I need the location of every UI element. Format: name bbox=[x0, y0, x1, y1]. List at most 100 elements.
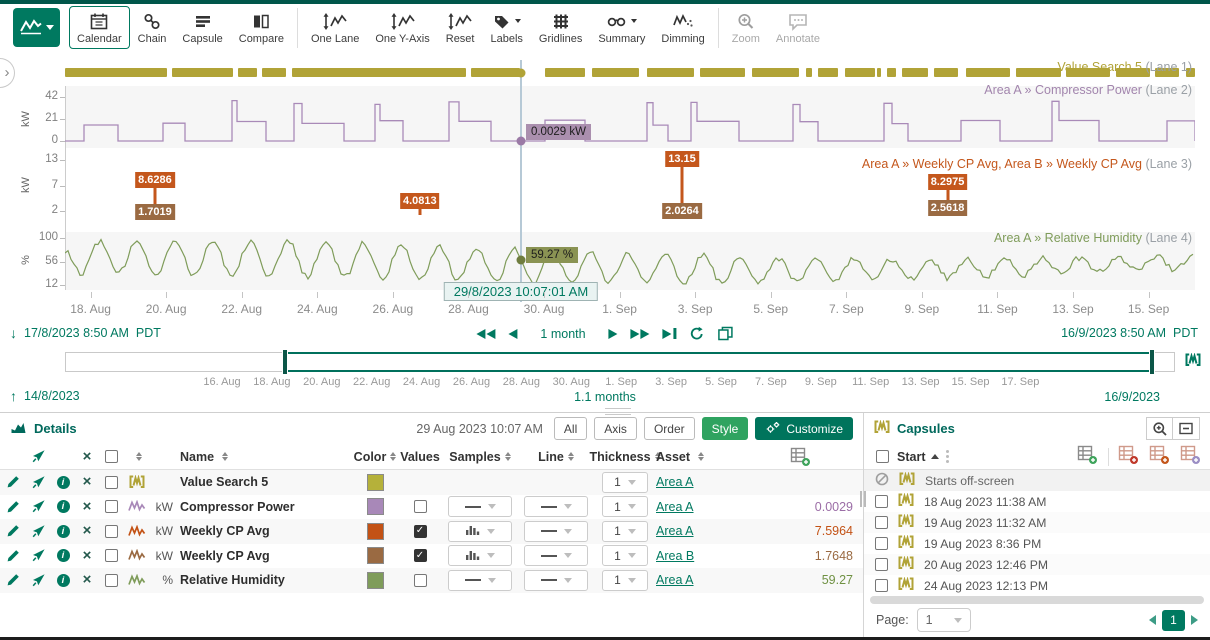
remove-icon[interactable]: × bbox=[76, 501, 98, 513]
color-swatch[interactable] bbox=[367, 523, 384, 540]
column-menu-icon[interactable] bbox=[946, 450, 949, 463]
capsule-row[interactable]: 19 Aug 2023 11:32 AM bbox=[864, 512, 1210, 533]
zoom-to-capsule-icon[interactable] bbox=[1146, 417, 1173, 440]
range-duration-label[interactable]: 1 month bbox=[540, 327, 585, 341]
capsules-select-all-checkbox[interactable] bbox=[876, 450, 889, 463]
page-size-dropdown[interactable]: 1 bbox=[917, 608, 971, 632]
add-signal-column-icon[interactable] bbox=[1118, 445, 1140, 468]
capsule-bar[interactable] bbox=[238, 68, 257, 77]
edit-pencil-icon[interactable] bbox=[0, 475, 26, 489]
investigate-start-date[interactable]: 14/8/2023 bbox=[24, 389, 80, 403]
sort-icon[interactable] bbox=[136, 452, 142, 461]
capsule-checkbox[interactable] bbox=[875, 558, 888, 571]
line-dropdown[interactable] bbox=[524, 521, 588, 542]
remove-all-icon[interactable]: × bbox=[76, 451, 98, 463]
rocket-icon[interactable] bbox=[26, 524, 50, 539]
capsule-bar[interactable] bbox=[545, 68, 585, 77]
range-start-datetime[interactable]: 17/8/2023 8:50 AM PDT bbox=[24, 326, 161, 340]
trend-view-button[interactable] bbox=[13, 8, 60, 47]
thickness-dropdown[interactable]: 1 bbox=[602, 521, 648, 542]
samples-dropdown[interactable] bbox=[448, 545, 512, 566]
line-dropdown[interactable] bbox=[524, 570, 588, 591]
add-column-icon[interactable] bbox=[738, 447, 863, 467]
all-button[interactable]: All bbox=[554, 417, 587, 440]
trend-chart-area[interactable]: › kW42210kW1372%1005612 8.62861.70194.08… bbox=[0, 51, 1210, 322]
thickness-dropdown[interactable]: 1 bbox=[602, 545, 648, 566]
rocket-icon[interactable] bbox=[26, 548, 50, 563]
edit-pencil-icon[interactable] bbox=[0, 524, 26, 538]
row-checkbox[interactable] bbox=[105, 549, 118, 562]
toolbar-capsule[interactable]: Capsule bbox=[174, 6, 230, 49]
add-signal-column-icon[interactable] bbox=[1149, 445, 1171, 468]
thickness-dropdown[interactable]: 1 bbox=[602, 570, 648, 591]
values-checkbox[interactable] bbox=[414, 574, 427, 587]
samples-dropdown[interactable] bbox=[448, 496, 512, 517]
select-all-checkbox[interactable] bbox=[105, 450, 118, 463]
capsule-bar[interactable] bbox=[471, 68, 521, 77]
add-column-icon[interactable] bbox=[1077, 445, 1099, 468]
step-forward-button[interactable] bbox=[609, 329, 618, 339]
toolbar-summary[interactable]: Summary bbox=[590, 6, 653, 49]
thickness-dropdown[interactable]: 1 bbox=[602, 496, 648, 517]
capsule-checkbox[interactable] bbox=[875, 579, 888, 592]
capsule-bar[interactable] bbox=[752, 68, 799, 77]
toolbar-labels[interactable]: Labels bbox=[483, 6, 531, 49]
axis-button[interactable]: Axis bbox=[594, 417, 637, 440]
capsule-bar[interactable] bbox=[934, 68, 958, 77]
capsule-row[interactable]: 19 Aug 2023 8:36 PM bbox=[864, 533, 1210, 554]
row-checkbox[interactable] bbox=[105, 525, 118, 538]
capsule-bar[interactable] bbox=[647, 68, 694, 77]
investigate-end-date[interactable]: 16/9/2023 bbox=[1104, 390, 1160, 404]
asset-link[interactable]: Area A bbox=[656, 500, 694, 514]
info-icon[interactable]: i bbox=[57, 574, 70, 587]
sort-icon[interactable] bbox=[222, 452, 228, 461]
rocket-icon[interactable] bbox=[26, 475, 50, 490]
slider-right-handle[interactable] bbox=[1149, 349, 1155, 375]
horizontal-scrollbar[interactable] bbox=[870, 596, 1204, 604]
remove-icon[interactable]: × bbox=[76, 525, 98, 537]
capsule-bar[interactable] bbox=[262, 68, 287, 77]
row-checkbox[interactable] bbox=[105, 500, 118, 513]
capsule-bar[interactable] bbox=[592, 68, 639, 77]
copy-range-icon[interactable] bbox=[718, 326, 734, 341]
remove-icon[interactable]: × bbox=[76, 476, 98, 488]
order-button[interactable]: Order bbox=[644, 417, 695, 440]
samples-dropdown[interactable] bbox=[448, 521, 512, 542]
line-dropdown[interactable] bbox=[524, 545, 588, 566]
panel-resize-handle-vertical[interactable] bbox=[860, 491, 866, 507]
slider-selected-range[interactable] bbox=[285, 352, 1155, 372]
slider-left-handle[interactable] bbox=[282, 349, 288, 375]
refresh-icon[interactable] bbox=[690, 326, 705, 341]
rewind-button[interactable] bbox=[476, 329, 495, 339]
toolbar-one-y-axis[interactable]: One Y-Axis bbox=[367, 6, 437, 49]
edit-pencil-icon[interactable] bbox=[0, 573, 26, 587]
edit-pencil-icon[interactable] bbox=[0, 500, 26, 514]
capsule-row[interactable]: 20 Aug 2023 12:46 PM bbox=[864, 554, 1210, 575]
capsule-bar[interactable] bbox=[902, 68, 928, 77]
asset-link[interactable]: Area A bbox=[656, 573, 694, 587]
toolbar-compare[interactable]: Compare bbox=[231, 6, 292, 49]
capsule-bar[interactable] bbox=[887, 68, 896, 77]
capsule-bar[interactable] bbox=[818, 68, 838, 77]
row-checkbox[interactable] bbox=[105, 476, 118, 489]
toolbar-chain[interactable]: Chain bbox=[130, 6, 175, 49]
add-signal-column-icon[interactable] bbox=[1180, 445, 1202, 468]
info-icon[interactable]: i bbox=[57, 525, 70, 538]
expand-sidebar-button[interactable]: › bbox=[0, 58, 15, 88]
capsule-bar[interactable] bbox=[1016, 68, 1060, 77]
line-dropdown[interactable] bbox=[524, 496, 588, 517]
capsule-bar[interactable] bbox=[966, 68, 1010, 77]
asset-link[interactable]: Area A bbox=[656, 475, 694, 489]
toolbar-reset[interactable]: Reset bbox=[438, 6, 483, 49]
capsule-time-icon[interactable] bbox=[1185, 353, 1201, 370]
capsule-row[interactable]: 18 Aug 2023 11:38 AM bbox=[864, 491, 1210, 512]
next-page-button[interactable] bbox=[1191, 615, 1198, 625]
remove-icon[interactable]: × bbox=[76, 574, 98, 586]
capsule-bar[interactable] bbox=[877, 68, 880, 77]
previous-page-button[interactable] bbox=[1149, 615, 1156, 625]
values-checkbox[interactable]: ✓ bbox=[414, 549, 427, 562]
collapse-panel-icon[interactable] bbox=[1173, 417, 1200, 440]
color-swatch[interactable] bbox=[367, 498, 384, 515]
info-icon[interactable]: i bbox=[57, 549, 70, 562]
range-end-datetime[interactable]: 16/9/2023 8:50 AM PDT bbox=[1061, 326, 1198, 340]
